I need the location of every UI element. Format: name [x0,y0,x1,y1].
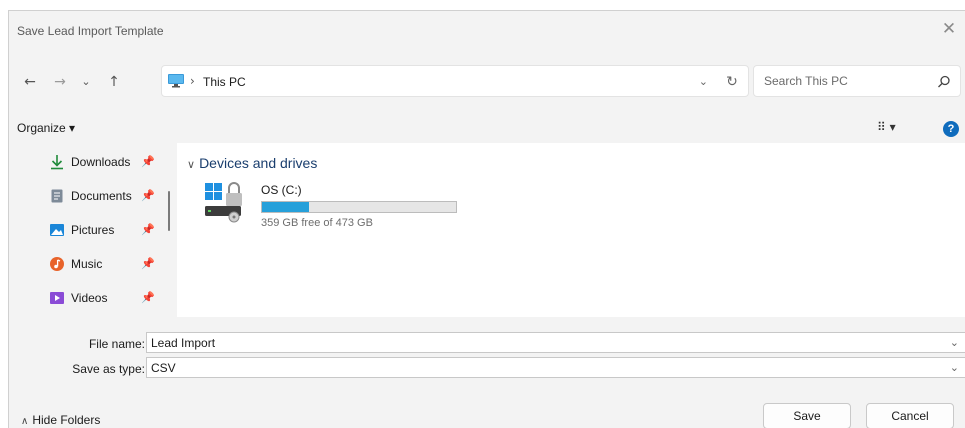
pin-icon[interactable]: 📌 [141,257,155,270]
drive-free-space: 359 GB free of 473 GB [261,217,373,229]
sidebar-item-downloads[interactable]: Downloads 📌 [9,147,159,177]
group-header[interactable]: ∨ Devices and drives [187,155,317,171]
address-dropdown-icon[interactable]: ⌄ [699,75,708,88]
save-type-label: Save as type: [72,362,145,376]
save-type-value: CSV [151,361,176,375]
sidebar-item-documents[interactable]: Documents 📌 [9,181,159,211]
sidebar-item-label: Videos [71,291,108,305]
dialog-footer: ∧ Hide Folders Save Cancel [9,389,965,428]
organize-button[interactable]: Organize ▾ [17,121,75,135]
drive-icon [205,182,242,223]
breadcrumb-chevron-icon: › [190,74,195,88]
chevron-down-icon: ∨ [187,158,196,171]
chevron-down-icon[interactable]: ⌄ [950,361,959,374]
pin-icon[interactable]: 📌 [141,223,155,236]
drive-item-os-c[interactable]: OS (C:) 359 GB free of 473 GB [203,181,463,233]
hide-folders-label: Hide Folders [32,413,101,427]
window-title: Save Lead Import Template [17,24,164,38]
title-bar: Save Lead Import Template ✕ [9,11,965,49]
sidebar-scrollbar[interactable] [168,191,170,231]
chevron-up-icon: ∧ [21,416,29,427]
sidebar-item-label: Downloads [71,155,131,169]
view-options-button[interactable]: ⠿ ▾ [877,120,896,134]
drive-usage-fill [262,202,309,212]
help-icon[interactable]: ? [943,121,959,137]
search-placeholder: Search This PC [764,74,848,88]
pin-icon[interactable]: 📌 [141,155,155,168]
save-fields: File name: Lead Import ⌄ Save as type: C… [9,317,965,389]
hide-folders-button[interactable]: ∧ Hide Folders [21,413,100,427]
pin-icon[interactable]: 📌 [141,291,155,304]
search-input[interactable]: Search This PC [753,65,961,97]
breadcrumb-this-pc[interactable]: This PC [198,73,251,91]
address-bar[interactable]: › This PC ⌄ ↻ [161,65,749,97]
recent-locations-button[interactable]: ⌄ [77,73,95,91]
close-icon[interactable]: ✕ [939,19,959,39]
monitor-icon [168,74,184,88]
navigation-bar: ← → ⌄ ↑ › This PC ⌄ ↻ Search This PC [9,63,965,99]
file-list-pane: ∨ Devices and drives OS (C:) 359 GB free … [177,143,965,317]
file-name-value: Lead Import [151,336,216,350]
file-name-field[interactable]: Lead Import ⌄ [146,332,965,353]
forward-button[interactable]: → [51,73,69,91]
save-dialog: Save Lead Import Template ✕ ← → ⌄ ↑ › Th… [8,10,965,428]
music-icon [50,257,64,271]
cancel-button[interactable]: Cancel [866,403,954,428]
sidebar-item-music[interactable]: Music 📌 [9,249,159,279]
up-button[interactable]: ↑ [105,73,123,91]
top-strip [0,0,965,10]
command-bar: Organize ▾ ⠿ ▾ ? [9,117,965,141]
drive-usage-bar [261,201,457,213]
sidebar-item-videos[interactable]: Videos 📌 [9,283,159,313]
drive-name: OS (C:) [261,183,302,197]
back-button[interactable]: ← [21,73,39,91]
file-name-label: File name: [88,337,145,351]
navigation-pane: Downloads 📌 Documents 📌 Pictures 📌 Music… [9,143,169,317]
chevron-down-icon[interactable]: ⌄ [950,336,959,349]
sidebar-item-label: Music [71,257,103,271]
sidebar-item-label: Pictures [71,223,115,237]
document-icon [51,189,63,203]
sidebar-item-pictures[interactable]: Pictures 📌 [9,215,159,245]
refresh-icon[interactable]: ↻ [722,72,742,92]
picture-icon [50,224,64,236]
video-icon [50,292,64,304]
save-type-select[interactable]: CSV ⌄ [146,357,965,378]
group-title: Devices and drives [199,155,318,171]
pin-icon[interactable]: 📌 [141,189,155,202]
save-button[interactable]: Save [763,403,851,428]
search-icon [938,75,950,88]
sidebar-item-label: Documents [71,189,132,203]
download-arrow-icon [51,155,63,170]
